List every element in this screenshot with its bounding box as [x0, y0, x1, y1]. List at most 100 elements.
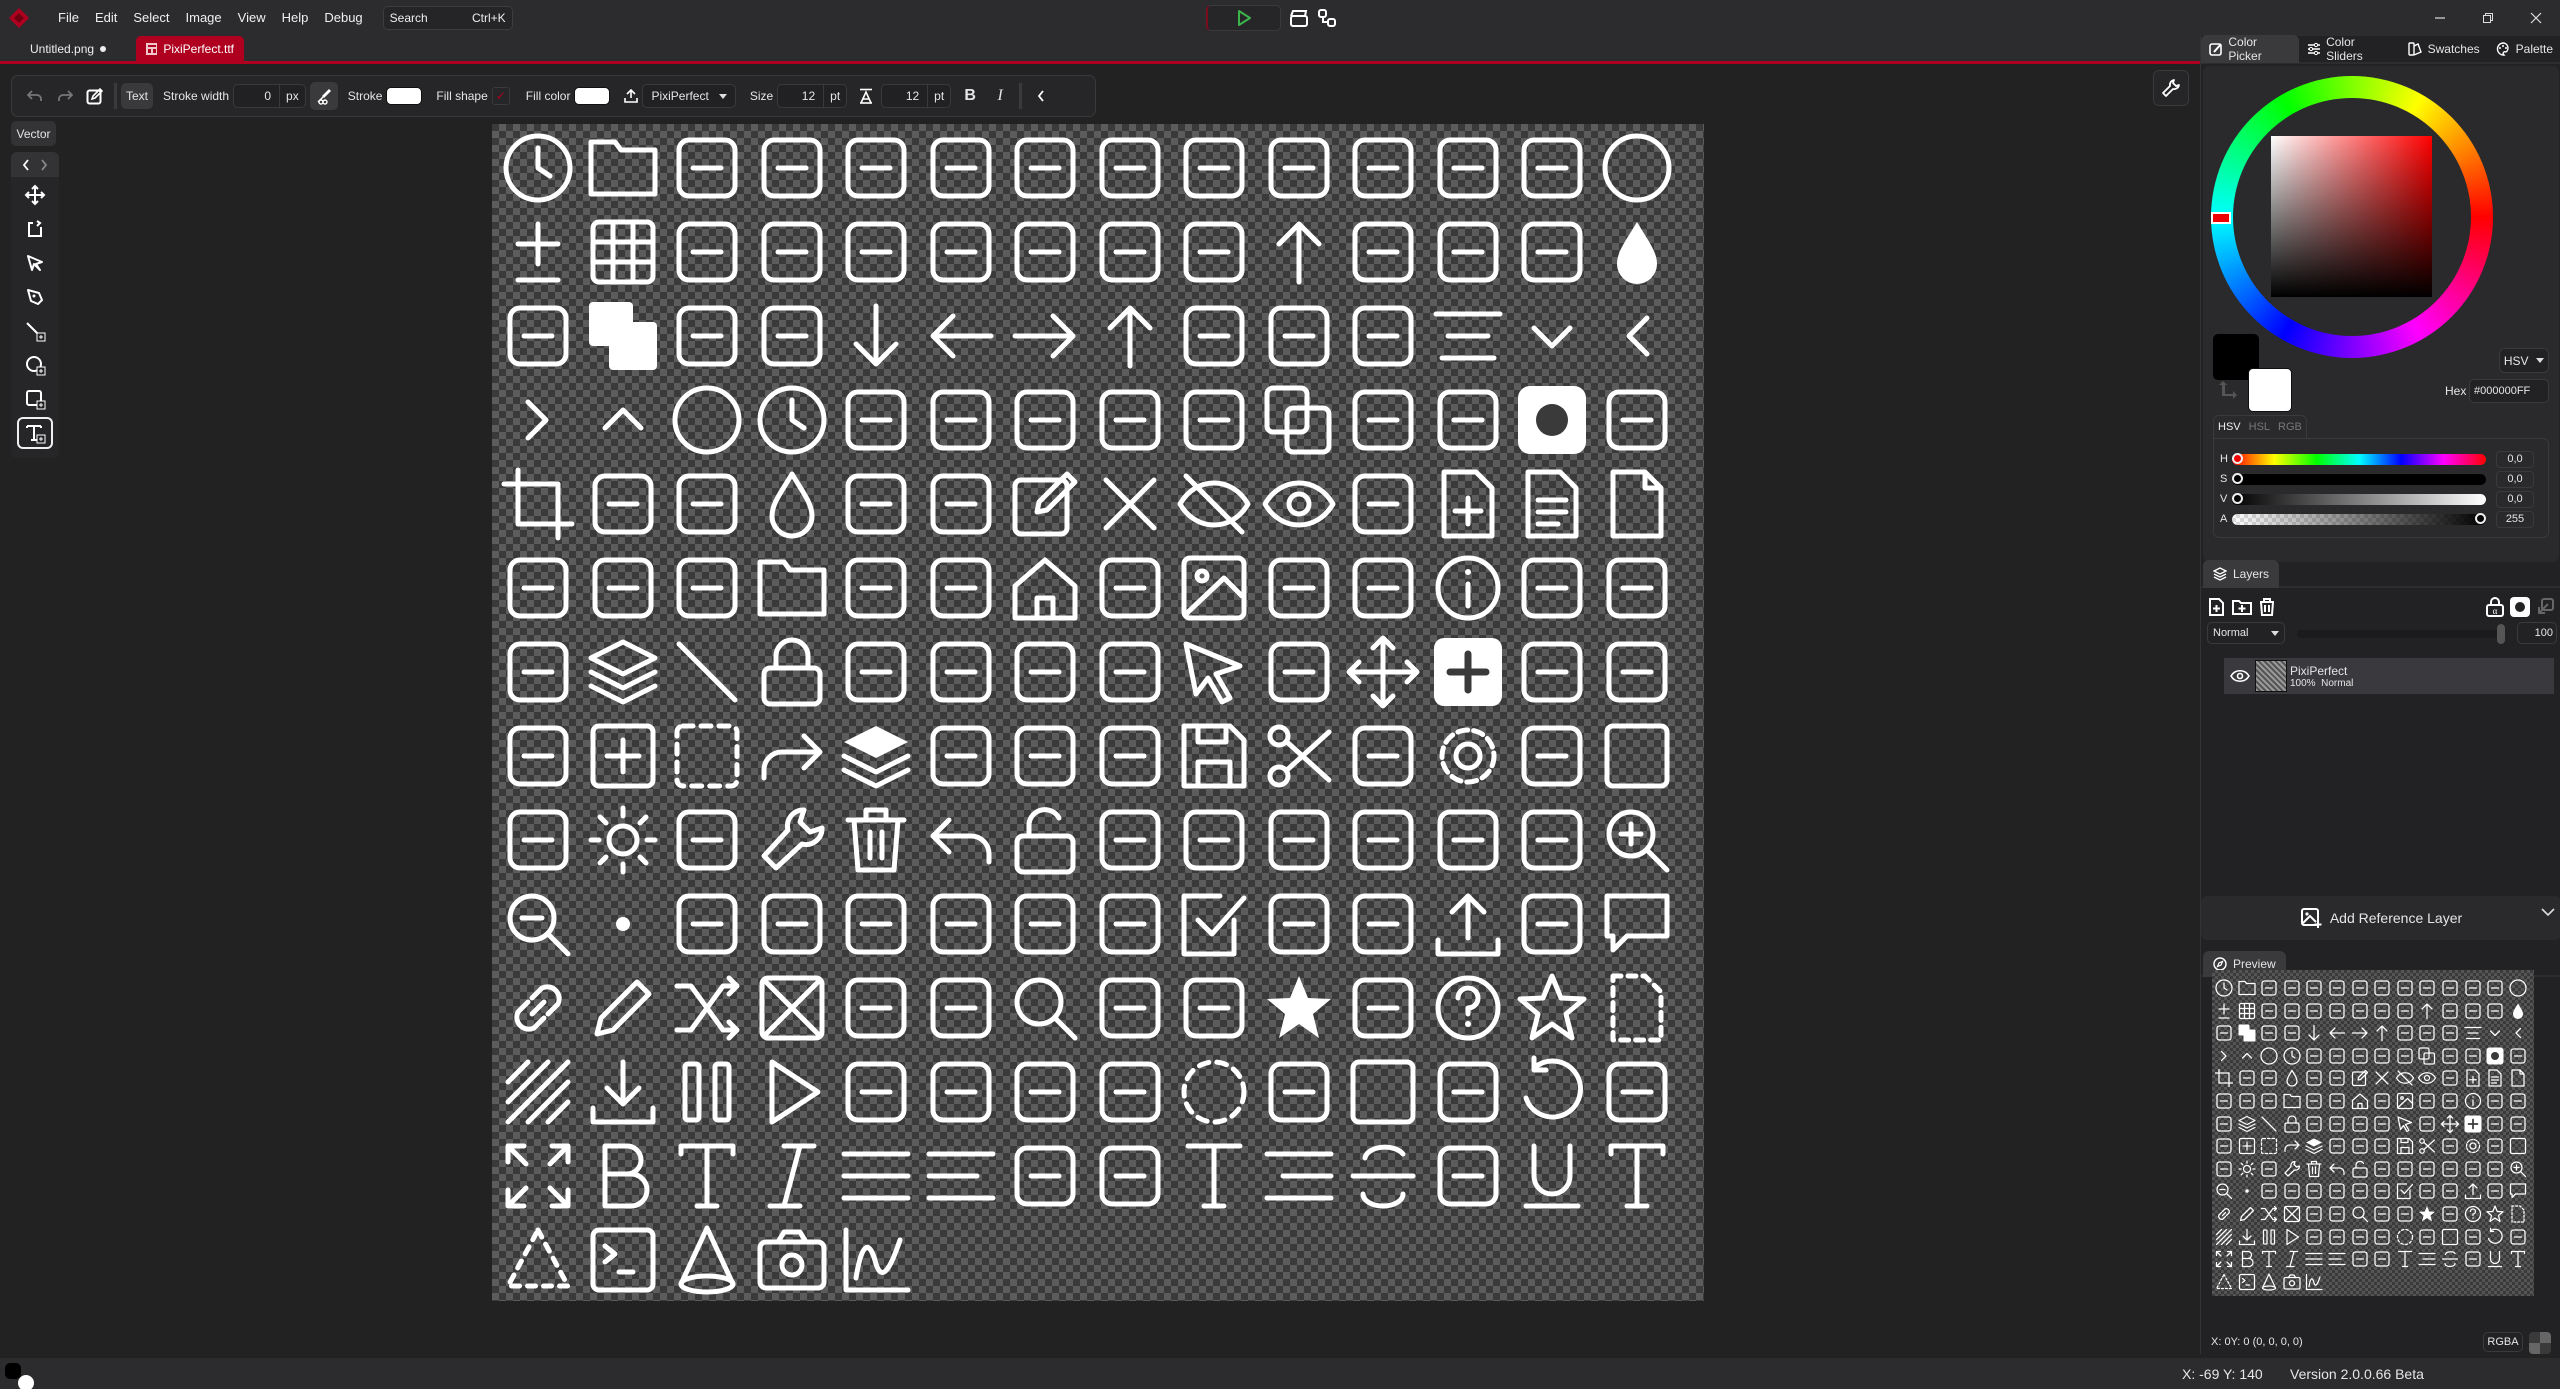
alpha-preview-toggle[interactable]: [2529, 1332, 2551, 1354]
slider-thumb[interactable]: [2232, 472, 2243, 484]
menu-view[interactable]: View: [230, 0, 274, 36]
fill-shape-checkbox[interactable]: ✓: [491, 87, 510, 105]
restore-button[interactable]: [2464, 0, 2512, 36]
channel-mode-button[interactable]: RGBA: [2483, 1332, 2523, 1352]
undo-button[interactable]: [20, 81, 50, 111]
menu-image[interactable]: Image: [178, 0, 230, 36]
slider-value[interactable]: 0,0: [2496, 450, 2534, 468]
hue-slider[interactable]: [2232, 452, 2486, 465]
layer-mask-icon[interactable]: [2509, 596, 2531, 618]
slider-thumb[interactable]: [2475, 512, 2486, 524]
menu-help[interactable]: Help: [274, 0, 317, 36]
glyph-square-x: [752, 968, 832, 1048]
italic-toggle[interactable]: I: [985, 81, 1015, 111]
chevrons-left-icon: [761, 893, 822, 955]
slider-thumb[interactable]: [2232, 492, 2243, 504]
secondary-color-swatch[interactable]: [2248, 368, 2292, 412]
layer-opacity-slider[interactable]: [2297, 630, 2502, 638]
prev-category-icon[interactable]: [22, 158, 30, 171]
menu-debug[interactable]: Debug: [316, 0, 370, 36]
app-window: File Edit Select Image View Help Debug S…: [0, 0, 2560, 1389]
bold-toggle[interactable]: B: [955, 81, 985, 111]
slider-thumb[interactable]: [2232, 452, 2243, 464]
run-button[interactable]: [1206, 5, 1281, 31]
pattern-icon: [2215, 1228, 2233, 1245]
saturation-slider[interactable]: [2232, 472, 2486, 485]
tab-color-picker[interactable]: Color Picker: [2201, 35, 2299, 63]
stroke-color-swatch[interactable]: [386, 87, 423, 105]
edit-button[interactable]: [80, 81, 110, 111]
duplicate-filled-icon: [2238, 1024, 2256, 1042]
document-canvas[interactable]: [492, 124, 1704, 1301]
minimize-button[interactable]: [2416, 0, 2464, 36]
tab-palette[interactable]: Palette: [2488, 35, 2560, 63]
saturation-value-square[interactable]: [2271, 136, 2432, 297]
eye-icon[interactable]: [2230, 669, 2250, 683]
menu-select[interactable]: Select: [125, 0, 177, 36]
model-tab-hsv[interactable]: HSV: [2214, 416, 2245, 438]
layer-opacity-input[interactable]: 100: [2517, 622, 2557, 644]
swatch-icon: [845, 1061, 907, 1123]
mode-chip[interactable]: Text: [121, 83, 154, 109]
collapse-options-button[interactable]: [1026, 81, 1056, 111]
lock-alpha-icon[interactable]: α: [2485, 597, 2505, 617]
tool-category-label[interactable]: Vector: [11, 121, 56, 146]
tab-layers[interactable]: Layers: [2203, 560, 2280, 588]
duplicate-square-icon: [2216, 1161, 2232, 1177]
line-tool[interactable]: [17, 315, 53, 347]
layer-item[interactable]: PixiPerfect 100% Normal: [2224, 658, 2554, 694]
hue-wheel[interactable]: [2211, 76, 2493, 358]
chevron-down-icon[interactable]: [2541, 908, 2555, 916]
model-tab-rgb[interactable]: RGB: [2274, 416, 2306, 438]
font-select[interactable]: PixiPerfect: [642, 84, 736, 108]
delete-layer-icon[interactable]: [2257, 597, 2277, 617]
search-box[interactable]: Search Ctrl+K: [382, 6, 513, 30]
tab-swatches[interactable]: Swatches: [2400, 35, 2488, 63]
slider-value[interactable]: 255: [2496, 510, 2534, 528]
move-tool[interactable]: [17, 179, 53, 211]
upload-font-button[interactable]: [620, 81, 642, 111]
tab-untitled-png[interactable]: Untitled.png: [20, 36, 116, 62]
merge-down-icon[interactable]: [2535, 597, 2555, 617]
status-secondary-color[interactable]: [18, 1375, 34, 1389]
menu-file[interactable]: File: [50, 0, 87, 36]
hue-marker[interactable]: [2211, 212, 2231, 224]
swap-colors-icon[interactable]: [2218, 379, 2240, 401]
slider-value[interactable]: 0,0: [2496, 490, 2534, 508]
tab-pixiperfect-ttf[interactable]: PixiPerfect.ttf: [136, 36, 244, 62]
select-tool[interactable]: [17, 247, 53, 279]
tab-color-sliders[interactable]: Color Sliders: [2299, 35, 2400, 63]
status-primary-color[interactable]: [5, 1363, 21, 1379]
rectangle-tool[interactable]: [17, 383, 53, 415]
alpha-slider[interactable]: [2232, 512, 2486, 525]
new-layer-icon[interactable]: [2207, 597, 2227, 617]
close-button[interactable]: [2512, 0, 2560, 36]
stroke-width-input[interactable]: 0 px: [233, 84, 306, 108]
menu-edit[interactable]: Edit: [87, 0, 125, 36]
link-color-button[interactable]: [309, 82, 338, 110]
hex-input[interactable]: #000000FF: [2469, 379, 2549, 403]
terminal-icon: [2238, 1273, 2255, 1290]
settings-button[interactable]: [2153, 70, 2189, 106]
slider-value[interactable]: 0,0: [2496, 470, 2534, 488]
nodes-icon[interactable]: [1317, 8, 1337, 28]
add-reference-layer-button[interactable]: Add Reference Layer: [2201, 896, 2560, 940]
spacing-input[interactable]: 12 pt: [881, 84, 952, 108]
clapperboard-icon[interactable]: [1289, 8, 1309, 28]
text-tool[interactable]: [17, 417, 53, 449]
opacity-slider-thumb[interactable]: [2497, 624, 2505, 644]
canvas-preview[interactable]: [2212, 970, 2534, 1296]
fill-color-swatch[interactable]: [574, 87, 611, 105]
model-tab-hsl[interactable]: HSL: [2245, 416, 2274, 438]
next-category-icon[interactable]: [40, 158, 48, 171]
redo-button[interactable]: [50, 81, 80, 111]
sun-icon: [588, 805, 657, 875]
blend-mode-select[interactable]: Normal: [2207, 622, 2285, 644]
pen-tool[interactable]: [17, 281, 53, 313]
color-mode-select[interactable]: HSV: [2499, 348, 2549, 373]
new-folder-icon[interactable]: [2231, 597, 2253, 617]
size-input[interactable]: 12 pt: [777, 84, 848, 108]
transform-tool[interactable]: [17, 213, 53, 245]
ellipse-tool[interactable]: [17, 349, 53, 381]
value-slider[interactable]: [2232, 492, 2486, 505]
